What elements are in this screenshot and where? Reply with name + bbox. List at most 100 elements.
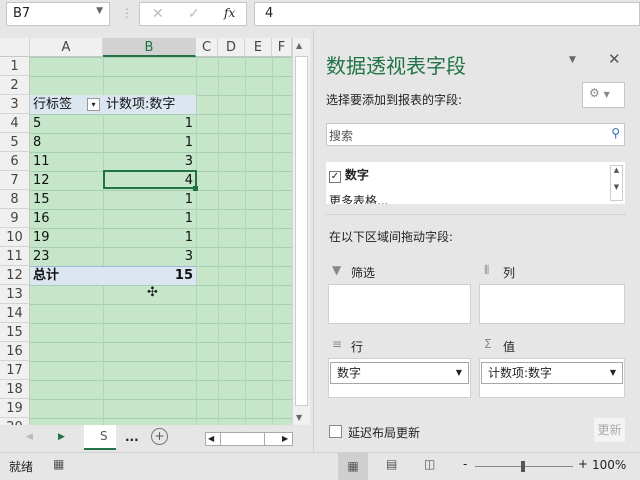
row-header[interactable]: 12	[0, 266, 30, 285]
add-sheet-icon[interactable]: +	[151, 428, 168, 445]
filters-drop-area[interactable]	[328, 284, 471, 324]
select-all-corner[interactable]	[0, 38, 30, 57]
pivot-row-count[interactable]: 3	[103, 247, 196, 266]
name-box[interactable]: B7 ▼	[6, 2, 110, 26]
row-header[interactable]: 1	[0, 57, 30, 76]
fill-handle[interactable]	[193, 186, 198, 191]
row-header[interactable]: 8	[0, 190, 30, 209]
values-field-dropdown[interactable]: 计数项:数字 ▼	[481, 362, 623, 384]
pivot-row-count[interactable]: 1	[103, 190, 196, 209]
pivot-row-label[interactable]: 15	[30, 190, 103, 209]
pivot-row-label[interactable]: 19	[30, 228, 103, 247]
vertical-scrollbar[interactable]: ▲ ▼	[292, 38, 310, 425]
col-header-b[interactable]: B	[103, 38, 196, 57]
rows-area-label: 行	[351, 340, 364, 354]
scroll-right-icon[interactable]: ▶	[282, 434, 288, 443]
scroll-left-icon[interactable]: ◀	[208, 434, 214, 443]
col-header-d[interactable]: D	[218, 38, 245, 57]
col-header-c[interactable]: C	[196, 38, 218, 57]
insert-function-icon[interactable]: fx	[224, 6, 235, 20]
cursor-icon: ✣	[147, 285, 158, 300]
row-header[interactable]: 6	[0, 152, 30, 171]
zoom-in-icon[interactable]: +	[578, 457, 588, 471]
page-layout-view-icon[interactable]: ▤	[386, 457, 397, 471]
rows-field-dropdown[interactable]: 数字 ▼	[330, 362, 469, 384]
formula-input[interactable]: 4	[254, 2, 640, 26]
zoom-slider-thumb[interactable]	[521, 461, 525, 472]
pivot-row-label[interactable]: 12	[30, 171, 103, 190]
scroll-down-icon[interactable]: ▼	[296, 413, 302, 422]
chevron-down-icon[interactable]: ▼	[96, 6, 103, 16]
row-header[interactable]: 7	[0, 171, 30, 190]
row-header[interactable]: 15	[0, 323, 30, 342]
prev-sheet-icon[interactable]: ◀	[26, 432, 33, 442]
row-header[interactable]: 16	[0, 342, 30, 361]
drag-fields-label: 在以下区域间拖动字段:	[329, 230, 454, 244]
next-sheet-icon[interactable]: ▶	[58, 432, 65, 442]
field-item[interactable]: ✓ 数字	[329, 166, 369, 183]
pivot-row-label[interactable]: 5	[30, 114, 103, 133]
row-header[interactable]: 19	[0, 399, 30, 418]
hscroll-thumb[interactable]	[220, 433, 265, 445]
row-header[interactable]: 14	[0, 304, 30, 323]
choose-fields-label: 选择要添加到报表的字段:	[326, 93, 463, 107]
columns-icon: ⦀	[484, 263, 490, 277]
filter-icon: ▼	[332, 263, 342, 277]
macro-record-icon[interactable]: ▦	[53, 457, 64, 471]
pivot-row-label[interactable]: 16	[30, 209, 103, 228]
cancel-icon[interactable]: ✕	[152, 6, 164, 22]
row-header[interactable]: 3	[0, 95, 30, 114]
chevron-down-icon: ▼	[609, 368, 616, 377]
zoom-level[interactable]: 100%	[592, 458, 626, 472]
pivot-row-label[interactable]: 11	[30, 152, 103, 171]
selected-cell-b7[interactable]	[103, 170, 197, 189]
field-list-scrollbar[interactable]: ▲ ▼	[610, 165, 623, 201]
pivot-row-count[interactable]: 1	[103, 228, 196, 247]
pivot-row-count[interactable]: 3	[103, 152, 196, 171]
horizontal-scrollbar[interactable]: ◀ ▶	[205, 432, 293, 446]
scroll-thumb[interactable]	[295, 56, 308, 406]
gear-icon: ⚙	[589, 86, 600, 100]
pivot-row-count[interactable]: 1	[103, 209, 196, 228]
tools-button[interactable]: ⚙ ▼	[582, 82, 625, 108]
more-sheets[interactable]: ...	[125, 430, 139, 444]
checkbox-checked-icon[interactable]: ✓	[329, 171, 341, 183]
more-tables-link[interactable]: 更多表格...	[329, 192, 388, 204]
scroll-up-icon[interactable]: ▲	[296, 41, 302, 50]
col-header-e[interactable]: E	[245, 38, 272, 57]
sheet-tab-label[interactable]: S	[100, 425, 114, 450]
pivot-row-count[interactable]: 1	[103, 114, 196, 133]
row-header[interactable]: 9	[0, 209, 30, 228]
filter-sort-icon[interactable]: ▾	[87, 98, 100, 111]
col-header-a[interactable]: A	[30, 38, 103, 57]
pivot-row-label[interactable]: 8	[30, 133, 103, 152]
enter-icon[interactable]: ✓	[188, 6, 200, 22]
rows-icon: ≡	[332, 337, 343, 351]
row-header[interactable]: 5	[0, 133, 30, 152]
row-header[interactable]: 10	[0, 228, 30, 247]
row-header[interactable]: 13	[0, 285, 30, 304]
grand-total-label: 总计	[33, 268, 60, 283]
update-button[interactable]: 更新	[594, 418, 625, 442]
normal-view-icon[interactable]: ▦	[338, 453, 368, 480]
search-icon: ⚲	[611, 126, 620, 140]
defer-update-checkbox[interactable]	[329, 425, 342, 438]
grand-total-value: 15	[174, 268, 193, 283]
row-header[interactable]: 2	[0, 76, 30, 95]
row-header[interactable]: 17	[0, 361, 30, 380]
pivot-row-count[interactable]: 1	[103, 133, 196, 152]
pivot-field-pane: 数据透视表字段 ▼ ✕ 选择要添加到报表的字段: ⚙ ▼ 搜索 ⚲ ✓ 数字 更多…	[313, 30, 640, 452]
values-area-label: 值	[503, 340, 516, 354]
zoom-out-icon[interactable]: -	[463, 457, 467, 471]
search-input[interactable]: 搜索 ⚲	[326, 123, 625, 146]
row-header[interactable]: 20	[0, 418, 30, 425]
row-header[interactable]: 18	[0, 380, 30, 399]
row-header[interactable]: 4	[0, 114, 30, 133]
page-break-view-icon[interactable]: ◫	[424, 457, 435, 471]
row-header[interactable]: 11	[0, 247, 30, 266]
pivot-row-label[interactable]: 23	[30, 247, 103, 266]
col-header-f[interactable]: F	[272, 38, 292, 57]
pane-options-icon[interactable]: ▼	[569, 55, 576, 65]
close-icon[interactable]: ✕	[608, 50, 621, 68]
columns-drop-area[interactable]	[479, 284, 625, 324]
